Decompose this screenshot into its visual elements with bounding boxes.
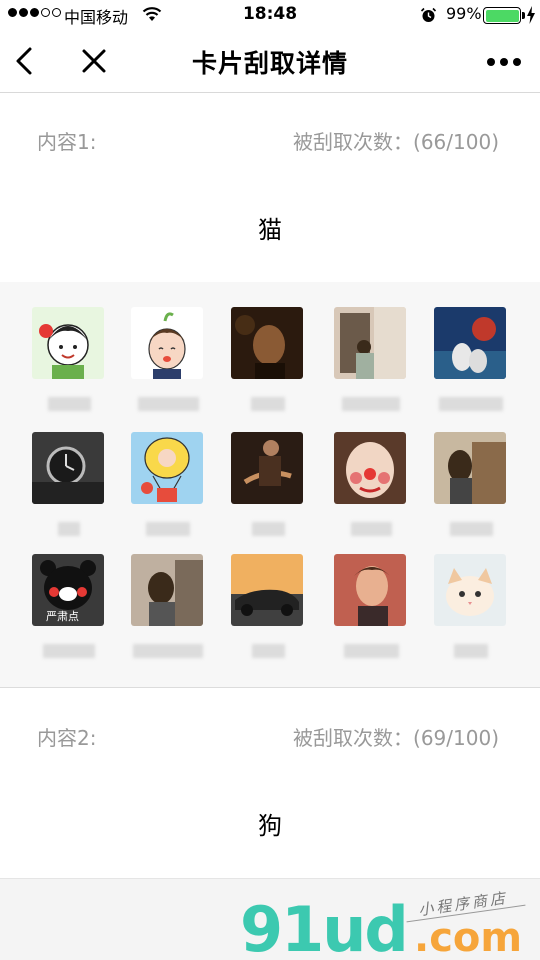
avatar — [334, 432, 406, 504]
scrape-count: 被刮取次数：(69/100) — [293, 726, 499, 750]
avatar — [131, 432, 203, 504]
scraper-item[interactable] — [32, 307, 106, 411]
name-obscured — [350, 522, 392, 536]
avatar — [334, 307, 406, 379]
avatar — [131, 307, 203, 379]
name-obscured — [449, 522, 493, 536]
content-label: 内容1: — [37, 130, 97, 154]
avatar — [231, 554, 303, 626]
avatar — [32, 307, 104, 379]
name-obscured — [439, 397, 503, 411]
scraper-item[interactable] — [334, 307, 408, 411]
avatar — [231, 307, 303, 379]
battery-percent: 99% — [446, 4, 482, 23]
content-word: 猫 — [258, 216, 282, 244]
scraper-item[interactable] — [434, 432, 508, 536]
scrape-count: 被刮取次数：(66/100) — [293, 130, 499, 154]
scraper-item[interactable] — [334, 554, 408, 658]
status-bar: 中国移动 18:48 99% — [0, 0, 540, 30]
avatar — [434, 307, 506, 379]
name-obscured — [137, 397, 199, 411]
name-obscured — [58, 522, 80, 536]
page-title: 卡片刮取详情 — [191, 49, 348, 78]
scraper-item[interactable] — [131, 432, 205, 536]
name-obscured — [43, 644, 95, 658]
avatar — [434, 554, 506, 626]
name-obscured — [343, 644, 399, 658]
watermark-suffix: .com — [414, 915, 523, 960]
content-1-header: 内容1: 被刮取次数：(66/100) — [0, 94, 540, 164]
avatar — [434, 432, 506, 504]
avatar — [231, 432, 303, 504]
content-2-header: 内容2: 被刮取次数：(69/100) — [0, 690, 540, 760]
watermark-logo: 91ud — [240, 893, 409, 960]
nav-bar: 卡片刮取详情 — [0, 30, 540, 93]
scraper-item[interactable] — [131, 307, 205, 411]
name-obscured — [342, 397, 400, 411]
charging-bolt-icon — [527, 6, 535, 24]
scraper-item[interactable] — [231, 554, 305, 658]
battery-icon — [483, 7, 521, 24]
name-obscured — [47, 397, 91, 411]
name-obscured — [454, 644, 488, 658]
alarm-icon — [420, 7, 437, 22]
scraper-item[interactable] — [334, 432, 408, 536]
scraper-item[interactable] — [434, 307, 508, 411]
name-obscured — [146, 522, 190, 536]
avatar — [334, 554, 406, 626]
avatar — [131, 554, 203, 626]
battery-tip — [522, 12, 525, 19]
scraper-grid: 严肃点 — [0, 282, 540, 688]
scraper-item[interactable] — [231, 307, 305, 411]
name-obscured — [133, 644, 203, 658]
scraper-item[interactable] — [131, 554, 205, 658]
bottom-band: 91ud 小程序商店 .com — [0, 878, 540, 960]
name-obscured — [251, 397, 285, 411]
name-obscured — [251, 644, 285, 658]
scraper-item[interactable] — [32, 432, 106, 536]
svg-text:严肃点: 严肃点 — [46, 610, 79, 623]
name-obscured — [251, 522, 285, 536]
content-word: 狗 — [258, 812, 282, 840]
scraper-item[interactable] — [231, 432, 305, 536]
content-label: 内容2: — [37, 726, 97, 750]
scraper-item[interactable]: 严肃点 — [32, 554, 106, 658]
avatar: 严肃点 — [32, 554, 104, 626]
more-dots-icon[interactable] — [484, 52, 524, 72]
avatar — [32, 432, 104, 504]
scraper-item[interactable] — [434, 554, 508, 658]
